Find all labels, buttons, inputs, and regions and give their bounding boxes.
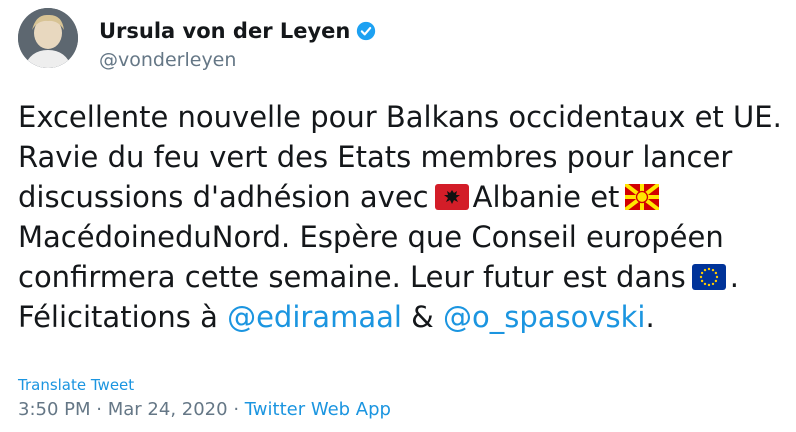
tweet-card: Ursula von der Leyen @vonderleyen Excell… xyxy=(0,0,796,432)
profile-photo xyxy=(18,8,78,68)
verified-badge-icon xyxy=(356,21,376,41)
display-name[interactable]: Ursula von der Leyen xyxy=(99,18,350,44)
name-row: Ursula von der Leyen xyxy=(99,18,376,44)
tweet-line: Félicitations à xyxy=(18,300,218,334)
tweet-metadata: 3:50 PM · Mar 24, 2020 · Twitter Web App xyxy=(18,398,391,422)
separator: · xyxy=(96,399,102,420)
tweet-line: & xyxy=(411,300,434,334)
user-handle[interactable]: @vonderleyen xyxy=(99,48,236,72)
tweet-line: Ravie du feu vert des Etats membres pour… xyxy=(18,140,733,174)
eu-flag-icon xyxy=(691,264,726,290)
north-macedonia-flag-icon xyxy=(625,184,660,210)
tweet-date[interactable]: Mar 24, 2020 xyxy=(108,399,228,420)
tweet-line: MacédoineduNord. Espère que Conseil euro… xyxy=(18,220,724,254)
tweet-line: . xyxy=(645,300,655,334)
tweet-time[interactable]: 3:50 PM xyxy=(18,399,91,420)
mention-link[interactable]: @ediramaal xyxy=(227,300,402,334)
tweet-line: confirmera cette semaine. Leur futur est… xyxy=(18,260,686,294)
separator: · xyxy=(233,399,240,420)
source-app-link[interactable]: Twitter Web App xyxy=(245,399,391,420)
tweet-line: . xyxy=(729,260,739,294)
mention-link[interactable]: @o_spasovski xyxy=(443,300,646,334)
tweet-line: Albanie et xyxy=(472,180,620,214)
tweet-line: Excellente nouvelle pour Balkans occiden… xyxy=(18,100,782,134)
translate-tweet-link[interactable]: Translate Tweet xyxy=(18,376,134,394)
tweet-text: Excellente nouvelle pour Balkans occiden… xyxy=(18,97,788,337)
tweet-header: Ursula von der Leyen @vonderleyen xyxy=(18,8,718,74)
avatar[interactable] xyxy=(18,8,78,68)
albania-flag-icon xyxy=(434,184,469,210)
tweet-line: discussions d'adhésion avec xyxy=(18,180,429,214)
